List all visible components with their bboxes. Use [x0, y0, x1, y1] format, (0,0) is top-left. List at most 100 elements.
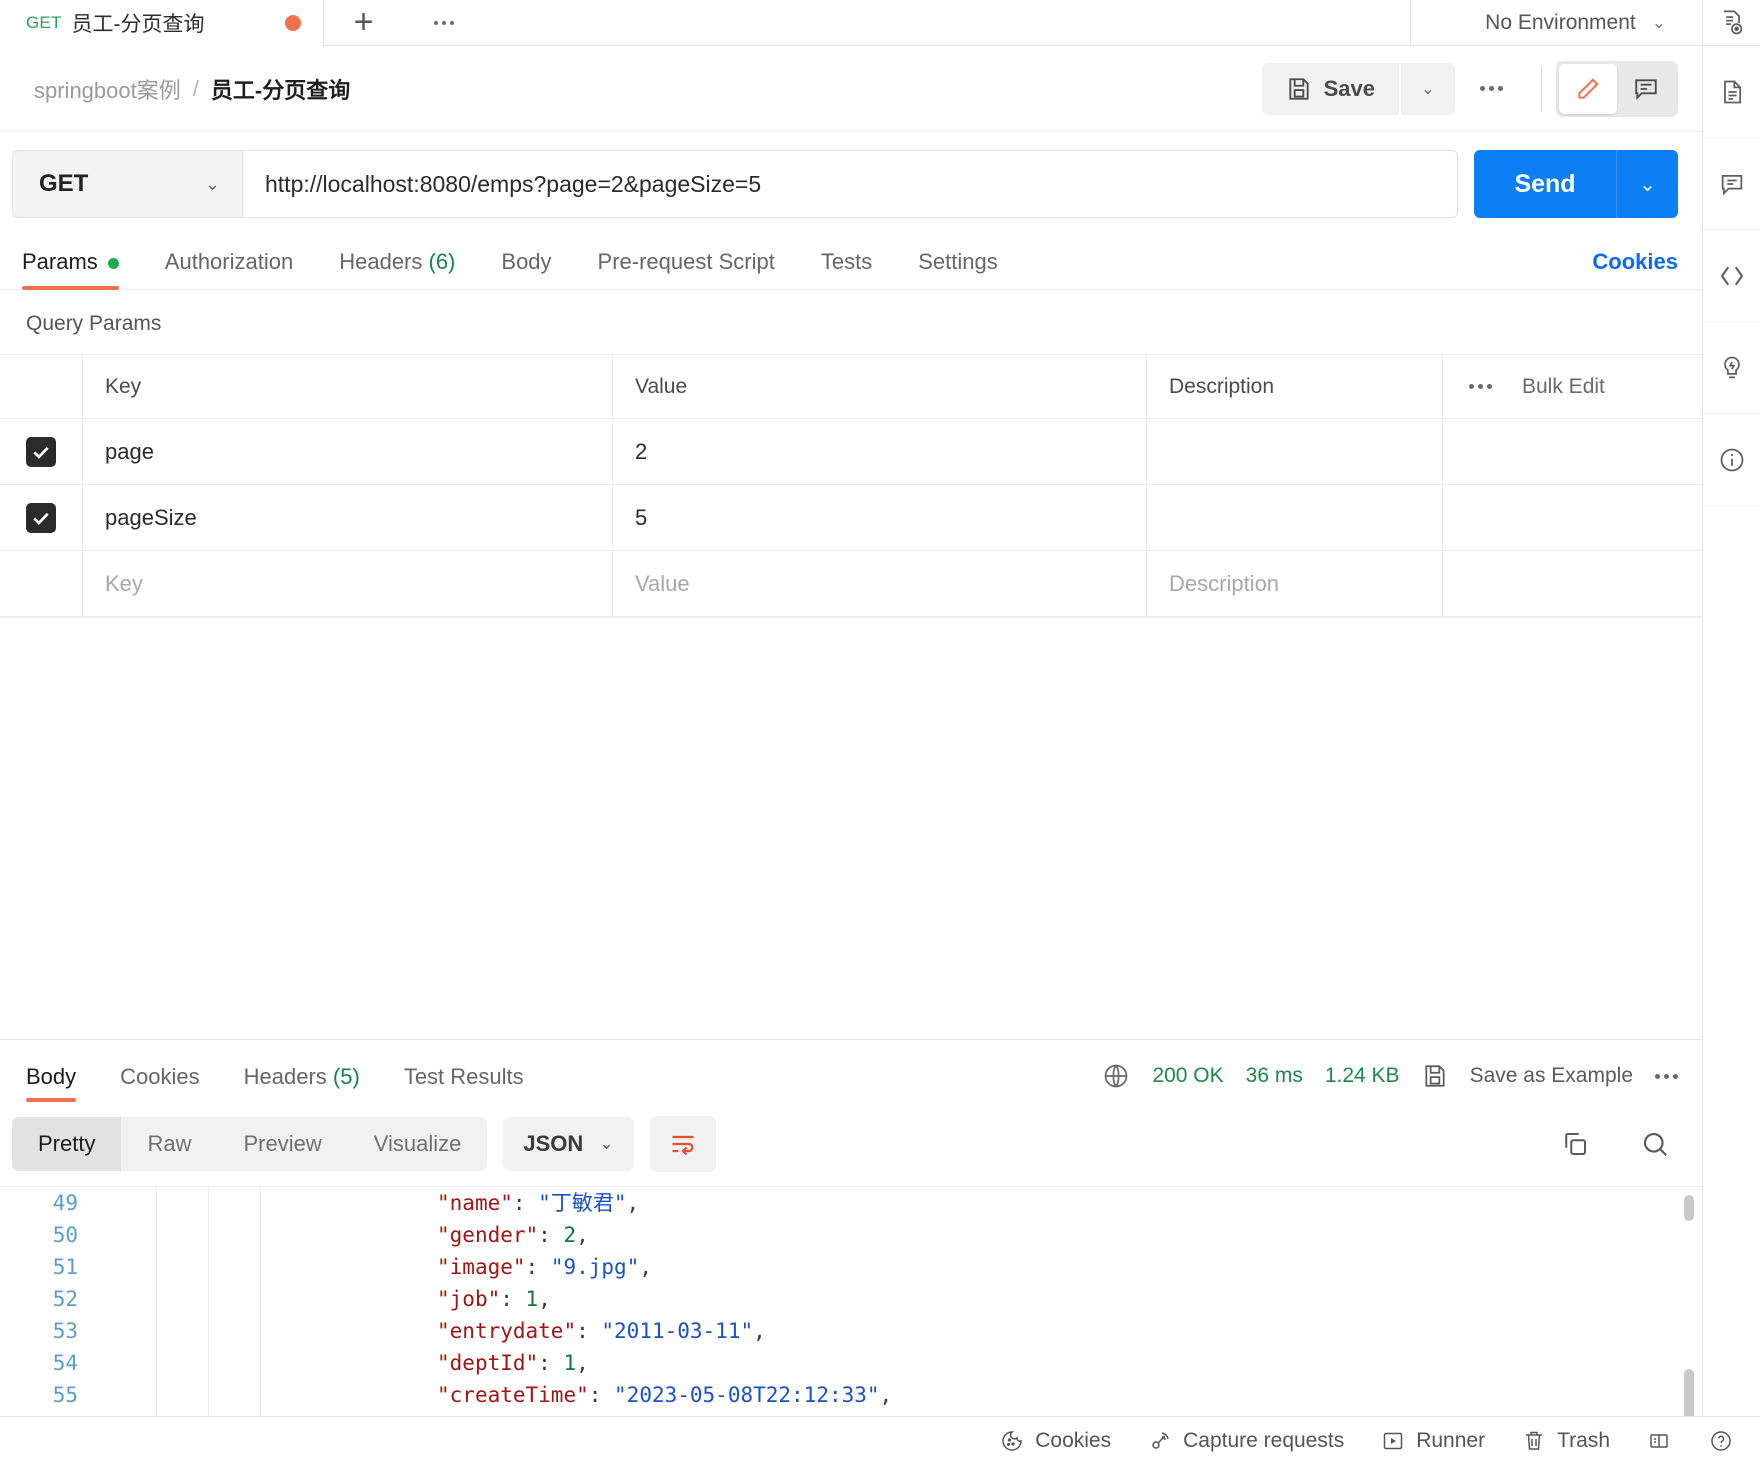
environment-zone: No Environment ⌄	[1410, 0, 1702, 46]
status-trash-label: Trash	[1557, 1428, 1610, 1452]
table-options-ellipsis-icon[interactable]	[1469, 384, 1492, 389]
status-runner-button[interactable]: Runner	[1362, 1428, 1503, 1454]
pencil-icon	[1575, 76, 1601, 102]
url-bar: GET ⌄ http://localhost:8080/emps?page=2&…	[0, 132, 1702, 234]
status-cookies-button[interactable]: Cookies	[981, 1428, 1129, 1454]
response-size: 1.24 KB	[1324, 1064, 1400, 1087]
comment-icon	[1633, 76, 1659, 102]
row-value: 2	[635, 438, 648, 464]
wrap-lines-button[interactable]	[649, 1116, 716, 1172]
send-options-caret[interactable]: ⌄	[1616, 150, 1678, 218]
http-method-selector[interactable]: GET ⌄	[12, 150, 242, 218]
rail-item-documentation[interactable]	[1702, 46, 1760, 138]
request-tab-employee-page-query[interactable]: GET 员工-分页查询	[0, 0, 323, 46]
tab-pre-request-script[interactable]: Pre-request Script	[598, 249, 775, 289]
breadcrumb-collection[interactable]: springboot案例	[34, 73, 181, 105]
rail-item-postbot[interactable]	[1702, 322, 1760, 414]
new-tab-plus-icon[interactable]: +	[324, 0, 404, 45]
response-tab-headers-count: (5)	[332, 1064, 360, 1089]
row-checkbox-page[interactable]	[26, 436, 56, 467]
http-method-label: GET	[39, 170, 89, 197]
code-icon	[1717, 261, 1747, 291]
search-icon[interactable]	[1640, 1129, 1670, 1159]
save-as-example-button[interactable]: Save as Example	[1470, 1064, 1633, 1088]
send-button[interactable]: Send	[1474, 150, 1616, 218]
tab-options-ellipsis-icon[interactable]	[404, 0, 484, 45]
tab-body[interactable]: Body	[501, 249, 551, 289]
response-tab-body[interactable]: Body	[26, 1064, 77, 1102]
status-layout-button[interactable]	[1628, 1428, 1690, 1454]
response-tab-headers-label: Headers	[243, 1064, 327, 1089]
column-header-value: Value	[635, 374, 688, 398]
response-status: 200 OK	[1152, 1064, 1224, 1087]
response-format-label: JSON	[523, 1131, 584, 1156]
save-button[interactable]: Save	[1261, 62, 1399, 115]
environment-selected-label: No Environment	[1485, 10, 1636, 34]
new-param-value-input[interactable]: Value	[635, 571, 690, 597]
empty-row-checkbox-cell	[0, 551, 82, 616]
edit-mode-button[interactable]	[1559, 63, 1617, 114]
url-input[interactable]: http://localhost:8080/emps?page=2&pageSi…	[242, 150, 1458, 218]
response-view-mode-group: Pretty Raw Preview Visualize	[12, 1117, 488, 1171]
status-capture-label: Capture requests	[1183, 1428, 1345, 1452]
lightbulb-icon	[1718, 354, 1746, 382]
chevron-down-icon: ⌄	[204, 173, 220, 194]
tab-params[interactable]: Params	[22, 249, 119, 290]
response-tab-cookies[interactable]: Cookies	[120, 1064, 199, 1102]
response-more-ellipsis-icon[interactable]	[1655, 1073, 1678, 1079]
request-section-tabs: Params Authorization Headers (6) Body Pr…	[0, 234, 1702, 290]
view-mode-pretty[interactable]: Pretty	[12, 1117, 122, 1171]
status-trash-button[interactable]: Trash	[1503, 1428, 1628, 1454]
new-param-key-input[interactable]: Key	[105, 571, 143, 597]
tab-settings[interactable]: Settings	[918, 249, 998, 289]
rail-item-doc-eye[interactable]	[1702, 0, 1760, 46]
header-checkbox-cell	[0, 355, 82, 418]
satellite-icon	[1147, 1428, 1173, 1454]
row-actions	[1442, 419, 1702, 484]
response-tab-test-results[interactable]: Test Results	[404, 1064, 524, 1102]
cookies-link[interactable]: Cookies	[1592, 249, 1678, 289]
view-mode-raw[interactable]: Raw	[121, 1117, 217, 1171]
rail-item-comments[interactable]	[1702, 138, 1760, 230]
params-modified-dot	[107, 257, 119, 269]
table-row[interactable]: pageSize 5	[0, 485, 1702, 551]
rail-item-info[interactable]	[1702, 414, 1760, 506]
view-mode-preview[interactable]: Preview	[217, 1117, 347, 1171]
status-runner-label: Runner	[1416, 1428, 1486, 1452]
floppy-icon	[1286, 76, 1312, 102]
breadcrumb-request-name[interactable]: 员工-分页查询	[211, 73, 350, 105]
save-as-example-floppy-icon	[1422, 1063, 1448, 1089]
view-toggle-group	[1556, 60, 1678, 117]
bottom-status-bar: Cookies Capture requests Runner Trash	[0, 1416, 1760, 1464]
row-actions	[1442, 485, 1702, 550]
tab-tests[interactable]: Tests	[821, 249, 872, 289]
code-line: "name": "丁敏君",	[437, 1191, 640, 1215]
environment-selector[interactable]: No Environment ⌄	[1471, 11, 1680, 35]
code-line: "image": "9.jpg",	[437, 1255, 652, 1279]
response-tab-headers[interactable]: Headers (5)	[244, 1064, 360, 1102]
table-row[interactable]: page 2	[0, 419, 1702, 485]
status-capture-requests-button[interactable]: Capture requests	[1129, 1428, 1362, 1454]
tab-params-label: Params	[22, 249, 98, 274]
code-line: "job": 1,	[437, 1287, 551, 1311]
code-line-number: 54	[52, 1351, 78, 1375]
copy-icon[interactable]	[1560, 1129, 1590, 1159]
tab-headers[interactable]: Headers (6)	[339, 249, 455, 289]
table-row-empty[interactable]: Key Value Description	[0, 551, 1702, 617]
status-help-button[interactable]	[1690, 1428, 1752, 1454]
bulk-edit-button[interactable]: Bulk Edit	[1522, 375, 1605, 399]
new-param-description-input[interactable]: Description	[1169, 571, 1279, 597]
rail-item-code-snippet[interactable]	[1702, 230, 1760, 322]
unsaved-indicator-dot[interactable]	[284, 15, 301, 31]
header-more-ellipsis-icon[interactable]	[1455, 63, 1527, 115]
request-tab-title: 员工-分页查询	[71, 13, 205, 36]
view-mode-visualize[interactable]: Visualize	[348, 1117, 488, 1171]
row-checkbox-pagesize[interactable]	[26, 502, 56, 533]
comment-mode-button[interactable]	[1617, 64, 1675, 114]
tab-headers-label: Headers	[339, 249, 423, 274]
response-format-selector[interactable]: JSON ⌄	[503, 1117, 634, 1171]
code-line: "createTime": "2023-05-08T22:12:33",	[437, 1383, 893, 1407]
code-line-number: 51	[52, 1255, 78, 1279]
tab-authorization[interactable]: Authorization	[165, 249, 293, 289]
save-options-caret[interactable]: ⌄	[1401, 62, 1455, 115]
